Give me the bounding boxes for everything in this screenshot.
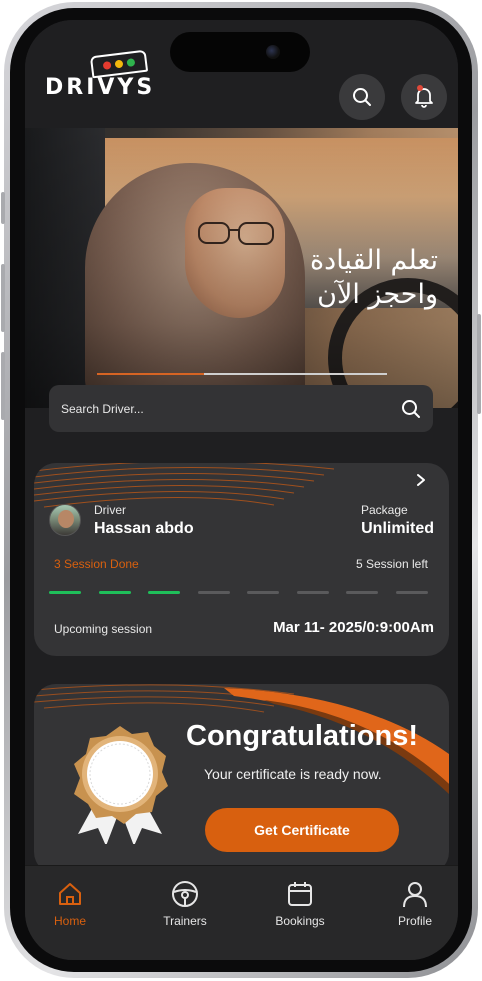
nav-label-profile: Profile xyxy=(397,914,432,928)
driver-avatar[interactable] xyxy=(49,504,81,536)
mute-switch xyxy=(1,192,5,224)
bottom-navigation: Home Trainers Bookings Profile xyxy=(25,865,458,960)
app-screen: DRIVYS تعلم القيادة واحجز الآن Search Dr… xyxy=(25,20,458,960)
notifications-button[interactable] xyxy=(401,74,447,120)
nav-label-home: Home xyxy=(53,914,86,928)
nav-label-trainers: Trainers xyxy=(163,914,207,928)
notification-dot xyxy=(417,85,423,91)
upcoming-session-datetime: Mar 11- 2025/0:9:00Am xyxy=(273,619,434,636)
session-segment xyxy=(247,591,279,594)
search-button[interactable] xyxy=(339,74,385,120)
search-icon xyxy=(353,88,371,106)
sessions-done-text: 3 Session Done xyxy=(54,557,139,571)
package-label: Package xyxy=(361,503,408,517)
session-segment xyxy=(197,591,230,594)
session-segment xyxy=(49,591,81,594)
congratulations-title: Congratulations! xyxy=(186,720,418,752)
home-icon xyxy=(59,883,81,905)
hero-headline: تعلم القيادة واحجز الآن xyxy=(238,244,438,312)
session-progress-card[interactable]: Driver Hassan abdo Package Unlimited 3 S… xyxy=(34,463,449,656)
steering-wheel-icon xyxy=(172,881,198,907)
power-button xyxy=(477,314,481,414)
session-segment xyxy=(148,591,180,594)
nav-label-bookings: Bookings xyxy=(275,914,325,928)
nav-item-trainers[interactable]: Trainers xyxy=(145,878,225,928)
sessions-left-text: 5 Session left xyxy=(355,557,428,571)
get-certificate-button[interactable]: Get Certificate xyxy=(205,808,399,852)
upcoming-session-label: Upcoming session xyxy=(54,622,153,636)
session-segment xyxy=(98,591,131,594)
hero-slide-progress xyxy=(97,373,387,375)
nav-item-bookings[interactable]: Bookings xyxy=(260,878,340,928)
nav-item-home[interactable]: Home xyxy=(30,878,110,928)
search-input[interactable]: Search Driver... xyxy=(61,402,401,416)
certificate-subtitle: Your certificate is ready now. xyxy=(204,766,382,782)
volume-down-button xyxy=(1,352,5,420)
driver-search-bar[interactable]: Search Driver... xyxy=(49,385,433,432)
user-icon xyxy=(403,882,427,908)
hero-banner[interactable]: تعلم القيادة واحجز الآن xyxy=(25,128,458,408)
driver-label: Driver xyxy=(94,503,126,517)
hero-headline-line1: تعلم القيادة xyxy=(310,245,438,276)
volume-up-button xyxy=(1,264,5,332)
hero-headline-line2: واحجز الآن xyxy=(317,279,438,310)
app-logo[interactable]: DRIVYS xyxy=(45,49,156,100)
logo-text: DRIVYS xyxy=(45,75,156,100)
calendar-icon xyxy=(288,882,312,906)
camera-icon xyxy=(266,45,280,59)
nav-item-profile[interactable]: Profile xyxy=(375,878,455,928)
search-icon[interactable] xyxy=(401,399,421,419)
dynamic-island xyxy=(170,32,310,72)
certificate-card: Congratulations! Your certificate is rea… xyxy=(34,684,449,874)
session-segment xyxy=(346,591,378,594)
certificate-badge-icon xyxy=(70,724,170,846)
chevron-right-icon[interactable] xyxy=(414,473,428,487)
driver-name[interactable]: Hassan abdo xyxy=(94,520,194,538)
session-segment xyxy=(395,591,428,594)
session-segment xyxy=(296,591,329,594)
package-value: Unlimited xyxy=(361,520,434,537)
hero-slide-progress-fill xyxy=(97,373,205,375)
